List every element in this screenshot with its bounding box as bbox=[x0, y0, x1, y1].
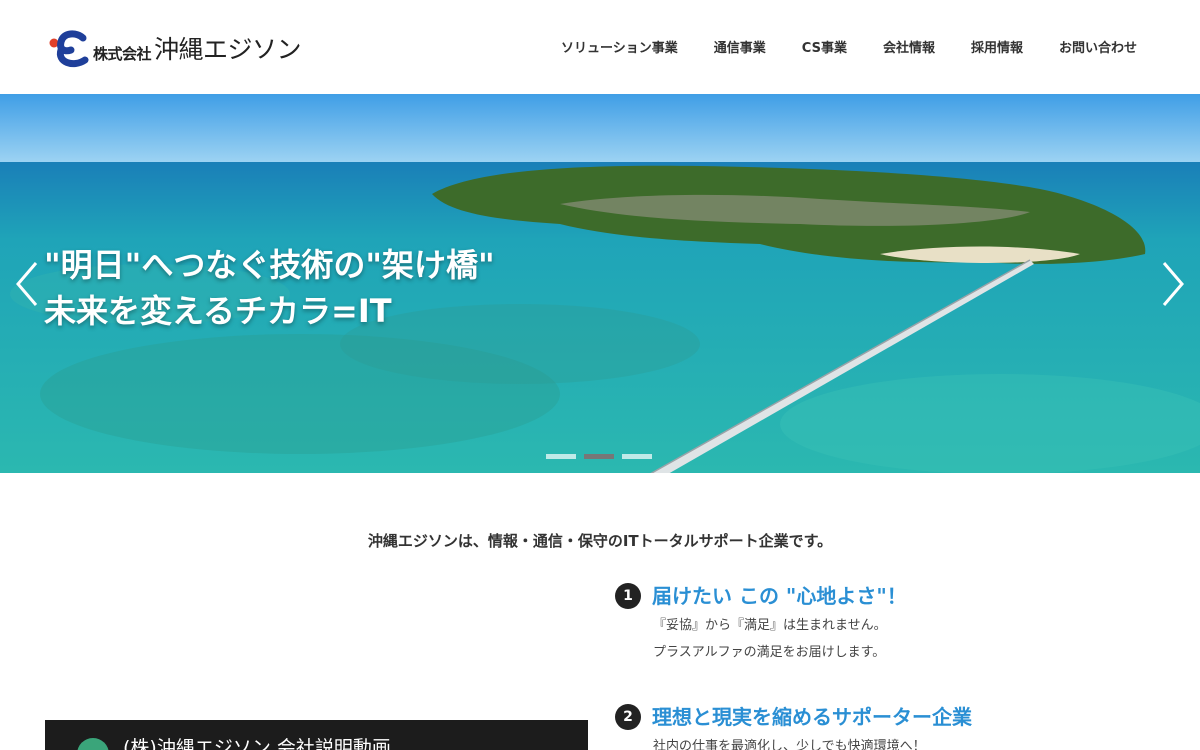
slider-prev-icon[interactable] bbox=[12, 259, 42, 309]
main-nav: ソリューション事業 通信事業 CS事業 会社情報 採用情報 お問い合わせ bbox=[525, 37, 1137, 56]
channel-avatar[interactable] bbox=[77, 738, 109, 750]
slider-next-icon[interactable] bbox=[1158, 259, 1188, 309]
hero-headline: "明日"へつなぐ技術の"架け橋" 未来を変えるチカラ=IT bbox=[44, 242, 495, 334]
hero-slider: "明日"へつなぐ技術の"架け橋" 未来を変えるチカラ=IT bbox=[0, 94, 1200, 473]
video-title[interactable]: (株)沖縄エジソン 会社説明動画 bbox=[123, 733, 391, 750]
feature-description-line: プラスアルファの満足をお届けします。 bbox=[653, 645, 886, 660]
slider-dot-1[interactable] bbox=[546, 454, 576, 459]
nav-item-company[interactable]: 会社情報 bbox=[883, 37, 935, 56]
company-video-player[interactable]: (株)沖縄エジソン 会社説明動画 bbox=[45, 720, 588, 750]
feature-description-line: 社内の仕事を最適化し、少しでも快適環境へ！ bbox=[653, 739, 926, 750]
logo-mark-icon bbox=[47, 28, 91, 68]
nav-item-communication[interactable]: 通信事業 bbox=[714, 37, 766, 56]
intro-text: 沖縄エジソンは、情報・通信・保守のITトータルサポート企業です。 bbox=[367, 532, 833, 550]
nav-item-recruit[interactable]: 採用情報 bbox=[971, 37, 1023, 56]
hero-line-2: 未来を変えるチカラ=IT bbox=[44, 292, 392, 330]
feature-number-badge: 1 bbox=[615, 583, 641, 609]
slider-dot-2[interactable] bbox=[584, 454, 614, 459]
logo-text-main: 沖縄エジソン bbox=[154, 35, 302, 64]
feature-title: 届けたい この "心地よさ"！ bbox=[652, 584, 907, 608]
feature-title: 理想と現実を縮めるサポーター企業 bbox=[652, 705, 972, 729]
nav-item-contact[interactable]: お問い合わせ bbox=[1059, 37, 1137, 56]
feature-description-line: 『妥協』から『満足』は生まれません。 bbox=[653, 618, 887, 633]
feature-number-badge: 2 bbox=[615, 704, 641, 730]
hero-line-1: "明日"へつなぐ技術の"架け橋" bbox=[44, 246, 495, 284]
nav-item-solution[interactable]: ソリューション事業 bbox=[561, 37, 678, 56]
logo-text-small: 株式会社 bbox=[93, 45, 152, 63]
slider-pagination bbox=[546, 454, 652, 459]
slider-dot-3[interactable] bbox=[622, 454, 652, 459]
site-header: 株式会社 沖縄エジソン ソリューション事業 通信事業 CS事業 会社情報 採用情… bbox=[0, 0, 1200, 94]
company-logo[interactable]: 株式会社 沖縄エジソン bbox=[47, 28, 302, 68]
nav-item-cs[interactable]: CS事業 bbox=[802, 37, 847, 56]
